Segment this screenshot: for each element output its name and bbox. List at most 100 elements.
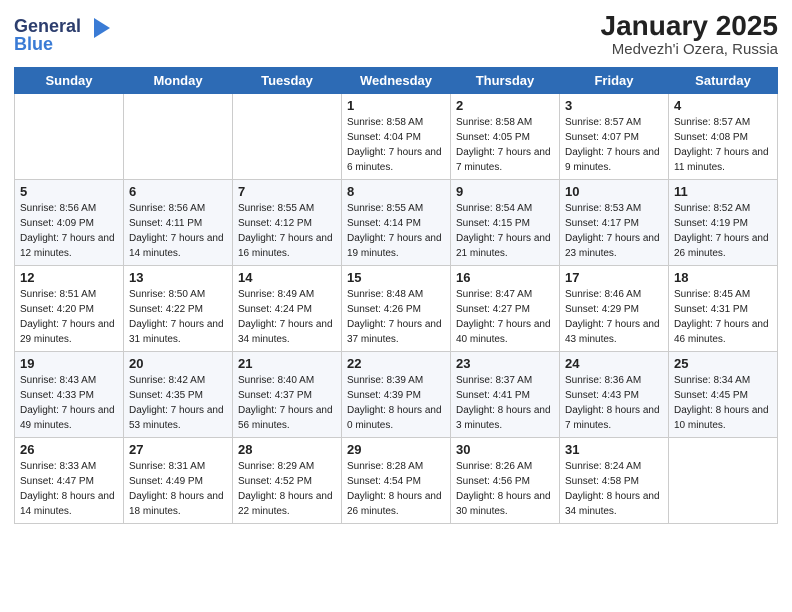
- logo: General Blue: [14, 10, 124, 59]
- table-row: 12 Sunrise: 8:51 AMSunset: 4:20 PMDayligh…: [15, 266, 124, 352]
- calendar-week-4: 19 Sunrise: 8:43 AMSunset: 4:33 PMDayligh…: [15, 352, 778, 438]
- table-row: 1 Sunrise: 8:58 AMSunset: 4:04 PMDaylight…: [342, 94, 451, 180]
- day-info: Sunrise: 8:45 AMSunset: 4:31 PMDaylight:…: [674, 287, 772, 347]
- day-number: 9: [456, 184, 554, 199]
- day-number: 11: [674, 184, 772, 199]
- day-info: Sunrise: 8:49 AMSunset: 4:24 PMDaylight:…: [238, 287, 336, 347]
- day-number: 18: [674, 270, 772, 285]
- calendar-week-5: 26 Sunrise: 8:33 AMSunset: 4:47 PMDayligh…: [15, 438, 778, 524]
- day-info: Sunrise: 8:29 AMSunset: 4:52 PMDaylight:…: [238, 459, 336, 519]
- day-info: Sunrise: 8:53 AMSunset: 4:17 PMDaylight:…: [565, 201, 663, 261]
- day-number: 5: [20, 184, 118, 199]
- table-row: 4Sunrise: 8:57 AMSunset: 4:08 PMDaylight…: [669, 94, 778, 180]
- day-info: Sunrise: 8:37 AMSunset: 4:41 PMDaylight:…: [456, 373, 554, 433]
- day-number: 24: [565, 356, 663, 371]
- day-number: 17: [565, 270, 663, 285]
- calendar-week-1: 1 Sunrise: 8:58 AMSunset: 4:04 PMDaylight…: [15, 94, 778, 180]
- col-monday: Monday: [124, 68, 233, 94]
- col-saturday: Saturday: [669, 68, 778, 94]
- table-row: 3 Sunrise: 8:57 AMSunset: 4:07 PMDaylight…: [560, 94, 669, 180]
- day-number: 3: [565, 98, 663, 113]
- day-info: Sunrise: 8:33 AMSunset: 4:47 PMDaylight:…: [20, 459, 118, 519]
- day-info: Sunrise: 8:58 AMSunset: 4:05 PMDaylight:…: [456, 115, 554, 175]
- day-info: Sunrise: 8:40 AMSunset: 4:37 PMDaylight:…: [238, 373, 336, 433]
- table-row: 13 Sunrise: 8:50 AMSunset: 4:22 PMDayligh…: [124, 266, 233, 352]
- day-info: Sunrise: 8:31 AMSunset: 4:49 PMDaylight:…: [129, 459, 227, 519]
- table-row: 21Sunrise: 8:40 AMSunset: 4:37 PMDayligh…: [233, 352, 342, 438]
- col-wednesday: Wednesday: [342, 68, 451, 94]
- table-row: 26 Sunrise: 8:33 AMSunset: 4:47 PMDayligh…: [15, 438, 124, 524]
- day-number: 15: [347, 270, 445, 285]
- table-row: 8Sunrise: 8:55 AMSunset: 4:14 PMDaylight…: [342, 180, 451, 266]
- table-row: 6 Sunrise: 8:56 AMSunset: 4:11 PMDaylight…: [124, 180, 233, 266]
- table-row: 22 Sunrise: 8:39 AMSunset: 4:39 PMDayligh…: [342, 352, 451, 438]
- table-row: 10 Sunrise: 8:53 AMSunset: 4:17 PMDayligh…: [560, 180, 669, 266]
- table-row: 25 Sunrise: 8:34 AMSunset: 4:45 PMDayligh…: [669, 352, 778, 438]
- day-number: 31: [565, 442, 663, 457]
- table-row: 18 Sunrise: 8:45 AMSunset: 4:31 PMDayligh…: [669, 266, 778, 352]
- day-info: Sunrise: 8:52 AMSunset: 4:19 PMDaylight:…: [674, 201, 772, 261]
- day-number: 6: [129, 184, 227, 199]
- day-number: 19: [20, 356, 118, 371]
- calendar-week-3: 12 Sunrise: 8:51 AMSunset: 4:20 PMDayligh…: [15, 266, 778, 352]
- day-number: 7: [238, 184, 336, 199]
- page-title: January 2025: [601, 11, 778, 42]
- table-row: 15 Sunrise: 8:48 AMSunset: 4:26 PMDayligh…: [342, 266, 451, 352]
- table-row: 7 Sunrise: 8:55 AMSunset: 4:12 PMDaylight…: [233, 180, 342, 266]
- day-info: Sunrise: 8:58 AMSunset: 4:04 PMDaylight:…: [347, 115, 445, 175]
- table-row: 14 Sunrise: 8:49 AMSunset: 4:24 PMDayligh…: [233, 266, 342, 352]
- day-number: 1: [347, 98, 445, 113]
- day-info: Sunrise: 8:56 AMSunset: 4:09 PMDaylight:…: [20, 201, 118, 261]
- day-info: Sunrise: 8:39 AMSunset: 4:39 PMDaylight:…: [347, 373, 445, 433]
- table-row: 30 Sunrise: 8:26 AMSunset: 4:56 PMDayligh…: [451, 438, 560, 524]
- calendar-week-2: 5 Sunrise: 8:56 AMSunset: 4:09 PMDaylight…: [15, 180, 778, 266]
- day-number: 28: [238, 442, 336, 457]
- day-number: 22: [347, 356, 445, 371]
- day-number: 25: [674, 356, 772, 371]
- day-info: Sunrise: 8:55 AMSunset: 4:12 PMDaylight:…: [238, 201, 336, 261]
- day-info: Sunrise: 8:43 AMSunset: 4:33 PMDaylight:…: [20, 373, 118, 433]
- day-info: Sunrise: 8:51 AMSunset: 4:20 PMDaylight:…: [20, 287, 118, 347]
- header: General Blue January 2025 Medvezh'i Ozer…: [14, 10, 778, 59]
- day-info: Sunrise: 8:54 AMSunset: 4:15 PMDaylight:…: [456, 201, 554, 261]
- day-number: 16: [456, 270, 554, 285]
- col-sunday: Sunday: [15, 68, 124, 94]
- day-info: Sunrise: 8:28 AMSunset: 4:54 PMDaylight:…: [347, 459, 445, 519]
- title-block: January 2025 Medvezh'i Ozera, Russia: [601, 11, 778, 59]
- table-row: 16Sunrise: 8:47 AMSunset: 4:27 PMDayligh…: [451, 266, 560, 352]
- day-info: Sunrise: 8:36 AMSunset: 4:43 PMDaylight:…: [565, 373, 663, 433]
- day-info: Sunrise: 8:46 AMSunset: 4:29 PMDaylight:…: [565, 287, 663, 347]
- logo-svg: General Blue: [14, 10, 124, 54]
- page-subtitle: Medvezh'i Ozera, Russia: [601, 41, 778, 58]
- table-row: [669, 438, 778, 524]
- day-number: 30: [456, 442, 554, 457]
- col-thursday: Thursday: [451, 68, 560, 94]
- day-number: 13: [129, 270, 227, 285]
- day-info: Sunrise: 8:55 AMSunset: 4:14 PMDaylight:…: [347, 201, 445, 261]
- day-number: 23: [456, 356, 554, 371]
- day-number: 10: [565, 184, 663, 199]
- day-number: 26: [20, 442, 118, 457]
- day-number: 12: [20, 270, 118, 285]
- day-info: Sunrise: 8:34 AMSunset: 4:45 PMDaylight:…: [674, 373, 772, 433]
- table-row: 19 Sunrise: 8:43 AMSunset: 4:33 PMDayligh…: [15, 352, 124, 438]
- svg-text:General: General: [14, 16, 81, 36]
- day-info: Sunrise: 8:50 AMSunset: 4:22 PMDaylight:…: [129, 287, 227, 347]
- table-row: 20Sunrise: 8:42 AMSunset: 4:35 PMDayligh…: [124, 352, 233, 438]
- day-info: Sunrise: 8:48 AMSunset: 4:26 PMDaylight:…: [347, 287, 445, 347]
- day-number: 29: [347, 442, 445, 457]
- day-info: Sunrise: 8:57 AMSunset: 4:07 PMDaylight:…: [565, 115, 663, 175]
- svg-text:Blue: Blue: [14, 34, 53, 54]
- day-info: Sunrise: 8:26 AMSunset: 4:56 PMDaylight:…: [456, 459, 554, 519]
- day-number: 4: [674, 98, 772, 113]
- day-info: Sunrise: 8:42 AMSunset: 4:35 PMDaylight:…: [129, 373, 227, 433]
- day-number: 14: [238, 270, 336, 285]
- col-tuesday: Tuesday: [233, 68, 342, 94]
- table-row: 27Sunrise: 8:31 AMSunset: 4:49 PMDayligh…: [124, 438, 233, 524]
- day-info: Sunrise: 8:24 AMSunset: 4:58 PMDaylight:…: [565, 459, 663, 519]
- table-row: 31 Sunrise: 8:24 AMSunset: 4:58 PMDayligh…: [560, 438, 669, 524]
- table-row: 9 Sunrise: 8:54 AMSunset: 4:15 PMDaylight…: [451, 180, 560, 266]
- calendar-table: Sunday Monday Tuesday Wednesday Thursday…: [14, 67, 778, 524]
- day-info: Sunrise: 8:56 AMSunset: 4:11 PMDaylight:…: [129, 201, 227, 261]
- table-row: [233, 94, 342, 180]
